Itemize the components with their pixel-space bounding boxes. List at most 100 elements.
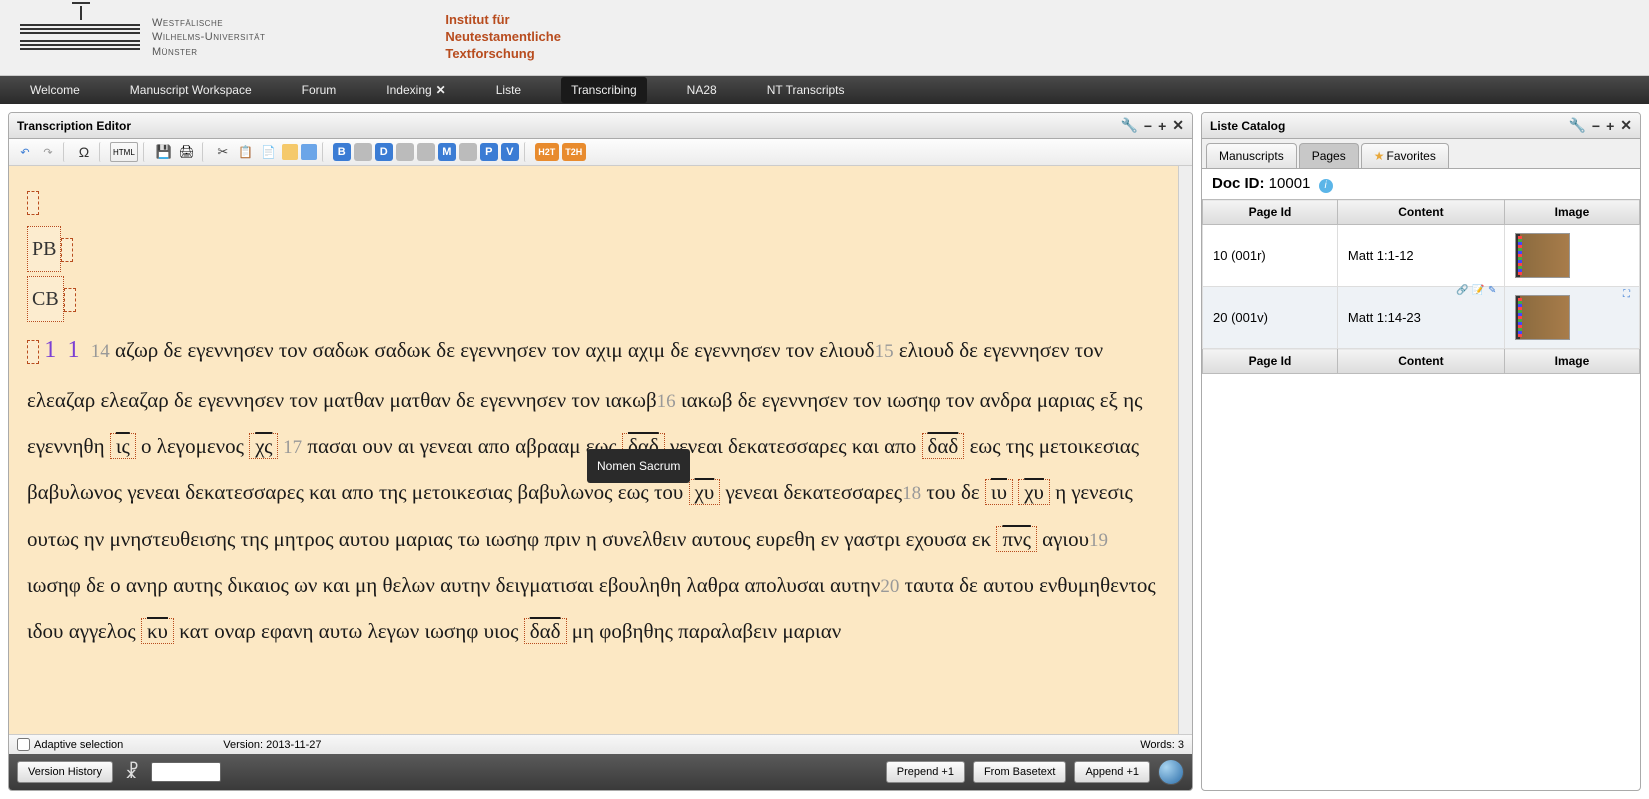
nomen-sacrum[interactable]: χς [249, 433, 278, 459]
institute-name: Institut für Neutestamentliche Textforsc… [445, 12, 561, 63]
row-action-icons[interactable]: 🔗📝✎ [1456, 285, 1502, 297]
chapter-number: 1 [44, 337, 56, 363]
append-button[interactable]: Append +1 [1074, 761, 1150, 783]
status-bar: Adaptive selection Version: 2013-11-27 W… [9, 734, 1192, 754]
version-history-button[interactable]: Version History [17, 761, 113, 783]
nav-transcripts[interactable]: NT Transcripts [757, 77, 855, 103]
pages-table: Page Id Content Image 10 (001r) Matt 1:1… [1202, 199, 1640, 374]
minimize-icon[interactable]: − [1144, 118, 1152, 134]
catalog-header: Liste Catalog 🔧 − + ✕ [1202, 113, 1640, 139]
editor-toolbar: HTML B D M P V H2T T2H [9, 139, 1192, 166]
undo-button[interactable] [15, 142, 35, 162]
globe-icon[interactable] [1158, 759, 1184, 785]
close-panel-icon[interactable]: ✕ [1620, 117, 1632, 134]
badge-p[interactable]: P [480, 143, 498, 161]
transcription-area[interactable]: PB CB 1 1 14 αζωρ δε εγεννησεν τον σαδωκ… [9, 166, 1178, 734]
nomen-sacrum[interactable]: ις [110, 433, 136, 459]
tooltip: Nomen Sacrum [587, 449, 690, 483]
grid-button[interactable] [301, 144, 317, 160]
table-row[interactable]: 20 (001v) Matt 1:14-23 🔗📝✎ ⛶ [1203, 287, 1640, 349]
info-icon[interactable]: i [1319, 179, 1333, 193]
nomen-sacrum[interactable]: κυ [141, 618, 174, 644]
adaptive-checkbox[interactable] [17, 738, 30, 751]
pencil-icon: ✎ [1488, 285, 1502, 297]
table-row[interactable]: 10 (001r) Matt 1:1-12 [1203, 225, 1640, 287]
editor-header: Transcription Editor 🔧 − + ✕ [9, 113, 1192, 139]
nomen-sacrum[interactable]: ιυ [985, 479, 1013, 505]
nomen-sacrum[interactable]: χυ [1018, 479, 1050, 505]
badge-d[interactable]: D [375, 143, 393, 161]
close-icon[interactable]: ✕ [436, 83, 446, 97]
copy-button[interactable] [236, 142, 256, 162]
university-name: Westfälische Wilhelms-Universität Münste… [152, 16, 265, 59]
maximize-icon[interactable]: + [1606, 118, 1614, 134]
doc-id-row: Doc ID: 10001 i [1202, 169, 1640, 199]
cut-button[interactable] [213, 142, 233, 162]
wrench-icon[interactable]: 🔧 [1120, 117, 1137, 134]
badge-blank4[interactable] [459, 143, 477, 161]
university-logo: Westfälische Wilhelms-Universität Münste… [20, 16, 265, 59]
col-page-id[interactable]: Page Id [1203, 200, 1338, 225]
page-break-marker[interactable]: PB [27, 226, 61, 272]
badge-h2t[interactable]: H2T [535, 143, 559, 161]
nav-liste[interactable]: Liste [486, 77, 531, 103]
scrollbar[interactable] [1178, 166, 1192, 734]
html-button[interactable]: HTML [110, 142, 138, 162]
nav-transcribing[interactable]: Transcribing [561, 77, 647, 103]
manuscript-thumbnail[interactable] [1515, 233, 1570, 278]
footer-input[interactable] [151, 762, 221, 782]
nav-na28[interactable]: NA28 [677, 77, 727, 103]
editor-title: Transcription Editor [17, 119, 131, 133]
badge-b[interactable]: B [333, 143, 351, 161]
catalog-tabs: Manuscripts Pages ★Favorites [1202, 139, 1640, 169]
special-char-button[interactable] [74, 142, 94, 162]
nav-welcome[interactable]: Welcome [20, 77, 90, 103]
workspace: Transcription Editor 🔧 − + ✕ HTML B [0, 104, 1649, 799]
link-icon: 🔗 [1456, 285, 1470, 297]
tab-pages[interactable]: Pages [1299, 143, 1359, 168]
badge-blank3[interactable] [417, 143, 435, 161]
badge-blank1[interactable] [354, 143, 372, 161]
minimize-icon[interactable]: − [1592, 118, 1600, 134]
nav-indexing[interactable]: Indexing✕ [376, 77, 455, 103]
badge-v[interactable]: V [501, 143, 519, 161]
nav-forum[interactable]: Forum [292, 77, 347, 103]
tab-favorites[interactable]: ★Favorites [1361, 143, 1449, 168]
empty-marker[interactable] [27, 191, 39, 215]
nomen-sacrum[interactable]: χυ [689, 479, 721, 505]
edit-icon: 📝 [1472, 285, 1486, 297]
badge-m[interactable]: M [438, 143, 456, 161]
star-icon: ★ [1374, 149, 1385, 163]
badge-t2h[interactable]: T2H [562, 143, 586, 161]
nomen-sacrum[interactable]: δαδ [922, 433, 965, 459]
line-marker[interactable] [27, 340, 39, 364]
paste-special-button[interactable] [282, 144, 298, 160]
col-image[interactable]: Image [1504, 200, 1639, 225]
badge-blank2[interactable] [396, 143, 414, 161]
main-nav: Welcome Manuscript Workspace Forum Index… [0, 76, 1649, 104]
paste-button[interactable] [259, 142, 279, 162]
catalog-title: Liste Catalog [1210, 119, 1285, 133]
verse-number: 1 [68, 337, 80, 363]
liste-catalog-panel: Liste Catalog 🔧 − + ✕ Manuscripts Pages … [1201, 112, 1641, 791]
transcription-editor-panel: Transcription Editor 🔧 − + ✕ HTML B [8, 112, 1193, 791]
close-panel-icon[interactable]: ✕ [1172, 117, 1184, 134]
redo-button[interactable] [38, 142, 58, 162]
editor-footer: Version History ☧ Prepend +1 From Basete… [9, 754, 1192, 790]
column-break-marker[interactable]: CB [27, 276, 64, 322]
maximize-icon[interactable]: + [1158, 118, 1166, 134]
col-content[interactable]: Content [1337, 200, 1504, 225]
wrench-icon[interactable]: 🔧 [1568, 117, 1585, 134]
chi-rho-icon[interactable]: ☧ [121, 761, 143, 783]
prepend-button[interactable]: Prepend +1 [886, 761, 965, 783]
nomen-sacrum[interactable]: πνς [996, 526, 1036, 552]
app-header: Westfälische Wilhelms-Universität Münste… [0, 0, 1649, 76]
save-button[interactable] [154, 142, 174, 162]
nav-workspace[interactable]: Manuscript Workspace [120, 77, 262, 103]
version-label: Version: 2013-11-27 [223, 739, 321, 751]
nomen-sacrum[interactable]: δαδ [524, 618, 567, 644]
print-button[interactable] [177, 142, 197, 162]
tab-manuscripts[interactable]: Manuscripts [1206, 143, 1297, 168]
manuscript-thumbnail[interactable] [1515, 295, 1570, 340]
basetext-button[interactable]: From Basetext [973, 761, 1067, 783]
